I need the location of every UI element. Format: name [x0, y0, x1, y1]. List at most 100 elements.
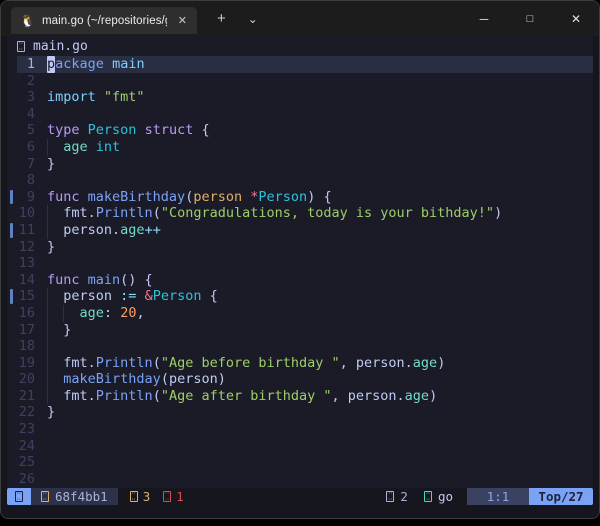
code-line[interactable]: 8 [7, 172, 593, 189]
code-line[interactable]: 12} [7, 239, 593, 256]
file-icon [17, 40, 25, 52]
code-line[interactable]: 7} [7, 156, 593, 173]
line-number: 25 [18, 454, 35, 471]
code-line[interactable]: 19 fmt.Println("Age before birthday ", p… [7, 355, 593, 372]
cursor-position: 1:1 [486, 489, 510, 504]
code-token: func [47, 271, 80, 288]
line-number: 13 [18, 255, 35, 272]
line-text: fmt.Println("Congradulations, today is y… [47, 205, 502, 222]
code-token: fmt. [63, 205, 96, 222]
code-line[interactable]: 5 type Person struct { [7, 122, 593, 139]
code-token: fmt. [63, 387, 96, 404]
line-number: 17 [18, 321, 35, 338]
close-button[interactable]: ✕ [553, 1, 599, 36]
line-number: 3 [26, 89, 35, 106]
code-token: person [63, 288, 121, 305]
code-line[interactable]: 18 [7, 338, 593, 355]
code-line[interactable]: 9 func makeBirthday(person *Person) { [7, 189, 593, 206]
code-area[interactable]: 1 package main 2 3 import "fmt" 4 5 type Person… [7, 56, 593, 488]
warning-diagnostic: 3 [129, 489, 151, 504]
code-token: "Age before birthday " [160, 354, 340, 371]
sign-column [7, 371, 17, 388]
code-line[interactable]: 26 [7, 471, 593, 488]
code-line[interactable]: 10 fmt.Println("Congradulations, today i… [7, 205, 593, 222]
code-line[interactable]: 11 person.age++ [7, 222, 593, 239]
code-line[interactable]: 2 [7, 73, 593, 90]
line-number: 24 [18, 437, 35, 454]
code-line[interactable]: 3 import "fmt" [7, 89, 593, 106]
titlebar: 🐧 main.go (~/repositories/go-st ✕ + ⌄ ─ … [1, 1, 599, 36]
buffer-count-segment: 2 [386, 488, 408, 505]
tab-dropdown-button[interactable]: ⌄ [240, 12, 266, 26]
code-token: main [87, 271, 121, 288]
line-text: } [47, 156, 55, 173]
code-token: 20 [120, 304, 137, 321]
line-number: 26 [18, 470, 35, 487]
indent-guide-icon [47, 305, 55, 322]
sign-column [7, 89, 17, 106]
line-number: 2 [26, 72, 35, 89]
line-text: func makeBirthday(person *Person) { [47, 189, 332, 206]
line-text: import "fmt" [47, 89, 145, 106]
line-number: 20 [18, 371, 35, 388]
line-text: age: 20, [47, 305, 145, 322]
new-tab-button[interactable]: + [209, 10, 234, 27]
code-line[interactable]: 15 person := &Person { [7, 288, 593, 305]
code-token: { [193, 122, 210, 139]
line-number: 19 [18, 354, 35, 371]
code-token: "fmt" [103, 89, 145, 106]
git-change-sign [10, 189, 13, 205]
git-segment: 68f4bb1 [31, 488, 118, 505]
minimize-button[interactable]: ─ [461, 1, 507, 36]
code-token: Person [87, 122, 137, 139]
tab-close-icon[interactable]: ✕ [174, 13, 191, 28]
git-change-sign [10, 289, 13, 304]
sign-column [7, 322, 17, 339]
code-line[interactable]: 22} [7, 404, 593, 421]
sign-column [7, 288, 17, 305]
line-number: 5 [26, 122, 35, 139]
code-token: age [120, 221, 145, 238]
code-token: ++ [144, 221, 161, 238]
sign-column [7, 388, 17, 405]
line-number: 15 [18, 288, 35, 305]
code-line[interactable]: 24 [7, 438, 593, 455]
code-line[interactable]: 21 fmt.Println("Age after birthday ", pe… [7, 388, 593, 405]
error-icon [163, 491, 172, 502]
code-line[interactable]: 16 age: 20, [7, 305, 593, 322]
sign-column [7, 56, 17, 73]
code-line[interactable]: 4 [7, 106, 593, 123]
code-token: () { [120, 271, 153, 288]
code-line[interactable]: 17 } [7, 322, 593, 339]
code-token: "Congradulations, today is your bithday!… [160, 205, 495, 222]
cursor-block: p [47, 56, 56, 73]
terminal-tab[interactable]: 🐧 main.go (~/repositories/go-st ✕ [11, 7, 197, 34]
code-line[interactable]: 6 age int [7, 139, 593, 156]
code-token: & [144, 288, 153, 305]
code-line[interactable]: 20 makeBirthday(person) [7, 371, 593, 388]
line-text: fmt.Println("Age before birthday ", pers… [47, 355, 445, 372]
code-token: fmt. [63, 354, 96, 371]
buffer-count: 2 [400, 489, 408, 504]
code-token: ) [437, 354, 446, 371]
code-line[interactable]: 13 [7, 255, 593, 272]
command-line[interactable] [7, 505, 593, 518]
code-line[interactable]: 1 package main [7, 56, 593, 73]
filetype-segment: go [423, 488, 453, 505]
code-line[interactable]: 14 func main() { [7, 272, 593, 289]
line-number: 10 [18, 205, 35, 222]
code-token: * [250, 188, 259, 205]
code-line[interactable]: 25 [7, 454, 593, 471]
linux-penguin-icon: 🐧 [20, 13, 35, 28]
line-number: 12 [18, 238, 35, 255]
buffers-icon [386, 491, 395, 502]
maximize-button[interactable]: □ [507, 1, 553, 36]
warning-count: 3 [142, 489, 151, 504]
code-token: Println [95, 354, 153, 371]
code-line[interactable]: 23 [7, 421, 593, 438]
